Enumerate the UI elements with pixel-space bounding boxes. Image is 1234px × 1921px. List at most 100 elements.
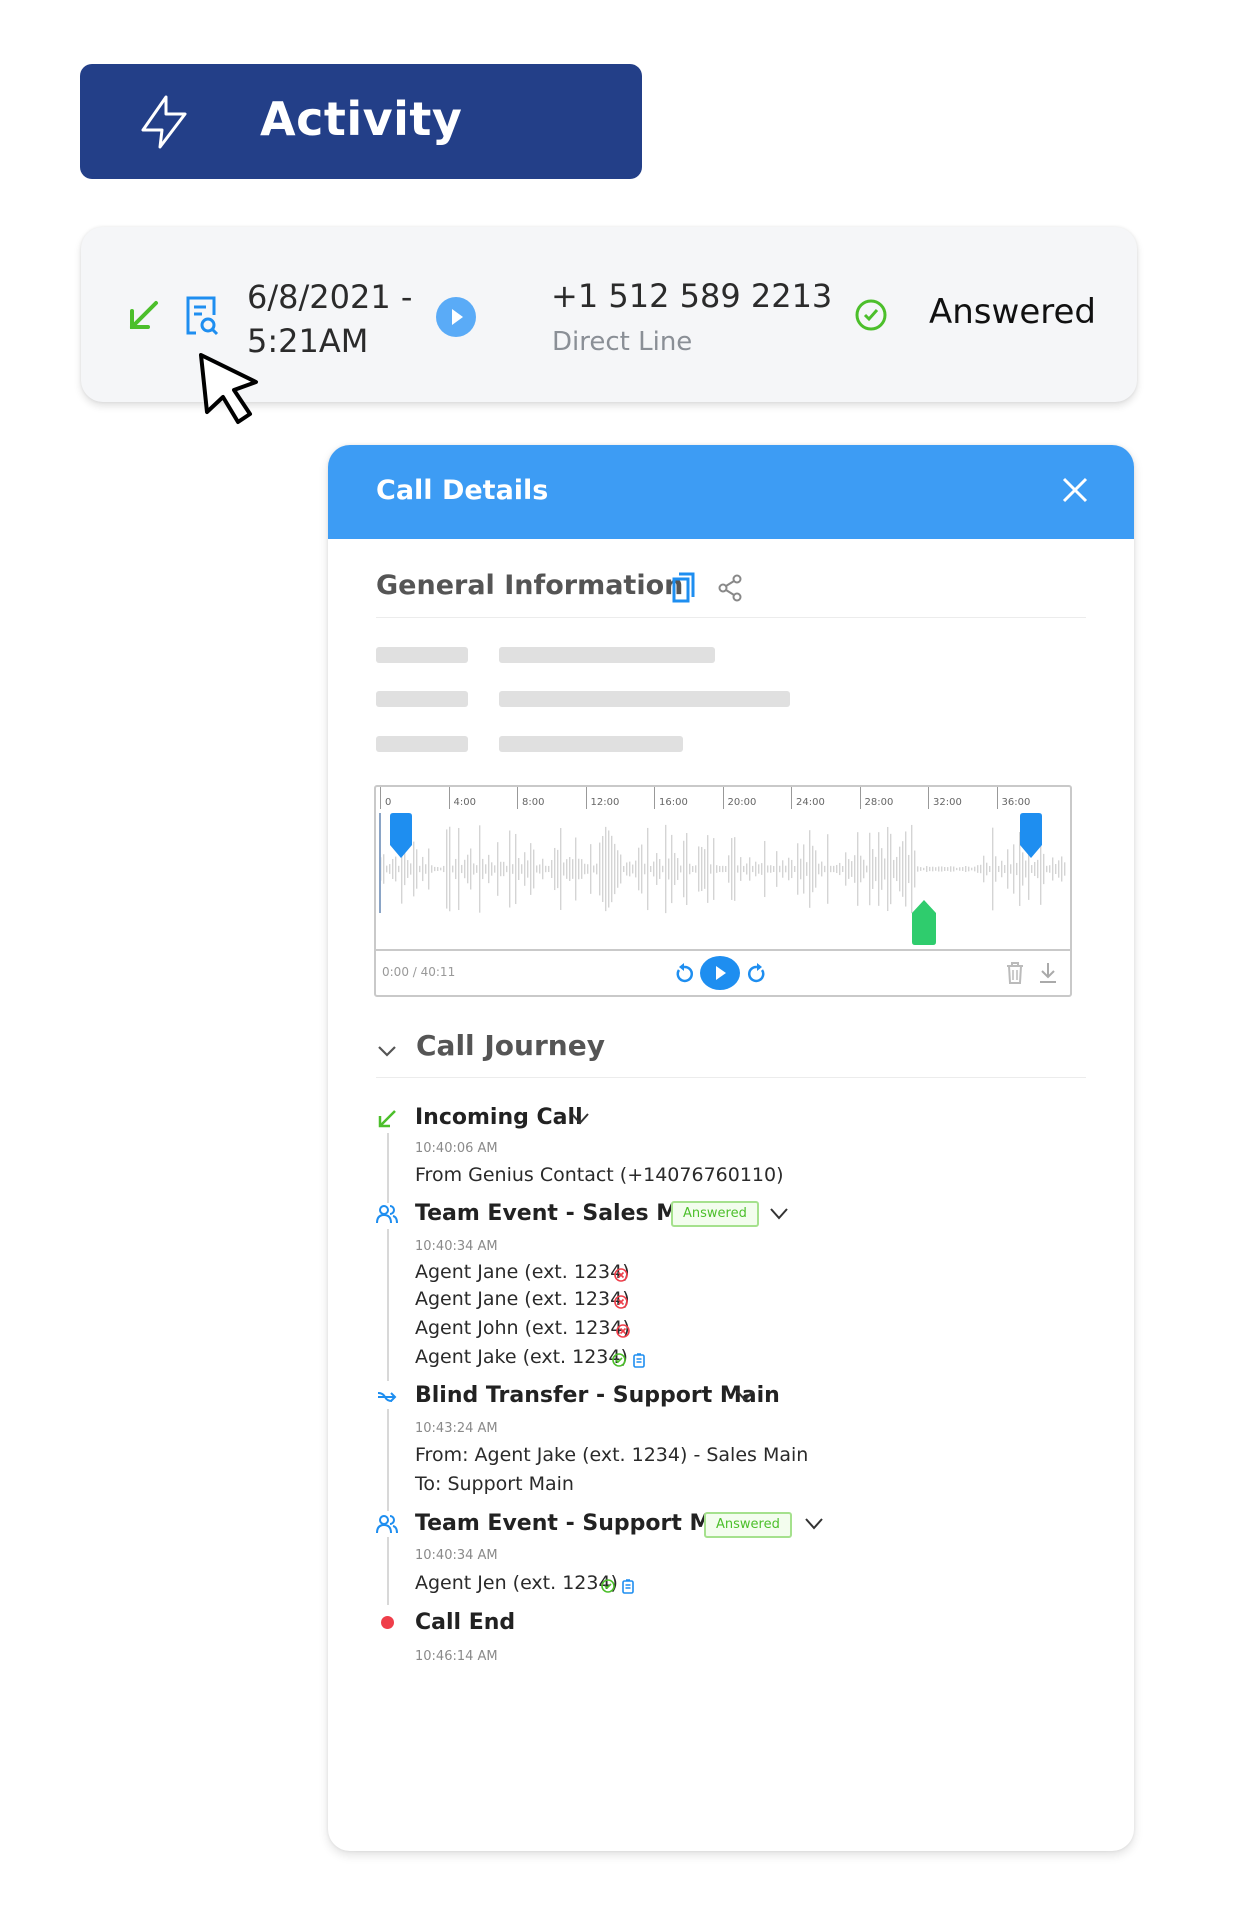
waveform-bar [536, 865, 538, 873]
play-button[interactable] [700, 956, 740, 990]
waveform-bar [716, 865, 718, 873]
waveform-bar [443, 865, 445, 873]
waveform-bar [947, 867, 949, 871]
waveform-bar [383, 854, 385, 884]
waveform-bar [1049, 865, 1051, 873]
close-icon[interactable] [1060, 475, 1090, 505]
waveform-bar [692, 865, 694, 873]
status-badge: Answered [704, 1512, 792, 1538]
waveform-bar [575, 837, 577, 901]
skeleton-value [499, 647, 715, 663]
panel-header: Call Details [328, 445, 1134, 539]
waveform-bar [830, 865, 832, 873]
audio-player[interactable]: 0 4:00 8:00 12:00 16:00 20:00 24:00 28:00 32:00 3… [374, 785, 1072, 997]
waveform-bar [893, 859, 895, 879]
chevron-down-icon[interactable] [570, 1112, 590, 1126]
forward-icon[interactable] [746, 961, 768, 985]
waveform-bar [608, 830, 610, 908]
call-date: 6/8/2021 - [247, 278, 413, 316]
notes-clipboard-icon[interactable] [631, 1352, 647, 1368]
event-detail: From Genius Contact (+14076760110) [415, 1164, 784, 1186]
waveform-bar [842, 865, 844, 873]
waveform-bar [767, 865, 769, 873]
timeline-ruler: 0 4:00 8:00 12:00 16:00 20:00 24:00 28:00 32:00 3… [376, 787, 1070, 813]
waveform-bar [854, 855, 856, 883]
waveform-bar [974, 866, 976, 872]
waveform-bar [632, 864, 634, 874]
waveform-bar [746, 863, 748, 875]
waveform-bar [983, 855, 985, 883]
status-badge: Answered [671, 1201, 759, 1227]
playhead-marker[interactable] [910, 899, 938, 945]
start-marker[interactable] [388, 813, 414, 859]
waveform-bar [605, 826, 607, 912]
incoming-arrow-icon [378, 1110, 396, 1128]
end-marker[interactable] [1018, 813, 1044, 859]
waveform-bar [758, 864, 760, 874]
waveform-bar [821, 861, 823, 877]
waveform-bar [965, 866, 967, 872]
waveform-bar [935, 867, 937, 871]
waveform-bar [530, 843, 532, 895]
waveform-bar [500, 861, 502, 877]
waveform-bar [566, 859, 568, 879]
waveform-bar [671, 834, 673, 904]
waveform-bar [614, 843, 616, 895]
timeline-connector [387, 1409, 389, 1511]
waveform-bar [416, 849, 418, 889]
answered-check-icon [601, 1579, 615, 1593]
waveform[interactable] [376, 813, 1070, 951]
waveform-bar [626, 862, 628, 876]
waveform-bar [497, 842, 499, 896]
waveform-bar [422, 856, 424, 882]
waveform-bar [584, 863, 586, 875]
waveform-bar [809, 830, 811, 908]
waveform-bar [647, 827, 649, 911]
chevron-down-icon[interactable] [804, 1517, 824, 1531]
document-search-icon[interactable] [184, 295, 220, 337]
waveform-bar [488, 854, 490, 884]
waveform-bar [908, 854, 910, 884]
waveform-bar [569, 857, 571, 881]
notes-clipboard-icon[interactable] [620, 1578, 636, 1594]
playback-time: 0:00 / 40:11 [382, 965, 456, 979]
waveform-bar [410, 863, 412, 875]
waveform-bar [449, 826, 451, 912]
waveform-bar [698, 846, 700, 892]
waveform-bar [1055, 863, 1057, 875]
waveform-bar [860, 855, 862, 883]
timeline-connector [387, 1229, 389, 1381]
waveform-bar [593, 865, 595, 873]
play-recording-button[interactable] [436, 297, 476, 337]
chevron-down-icon[interactable] [376, 1041, 398, 1061]
rewind-icon[interactable] [673, 961, 695, 985]
waveform-bar [539, 864, 541, 874]
event-time: 10:40:34 AM [415, 1239, 498, 1254]
waveform-bar [917, 866, 919, 872]
activity-banner[interactable]: Activity [80, 64, 642, 179]
waveform-bar [668, 858, 670, 880]
waveform-bar [764, 840, 766, 898]
chevron-down-icon[interactable] [735, 1389, 755, 1403]
event-time: 10:40:34 AM [415, 1548, 498, 1563]
download-icon[interactable] [1038, 961, 1058, 985]
waveform-bar [518, 857, 520, 881]
chevron-down-icon[interactable] [769, 1207, 789, 1221]
waveform-bar [833, 865, 835, 873]
waveform-bar [719, 865, 721, 873]
waveform-bar [596, 863, 598, 875]
copy-icon[interactable] [671, 571, 697, 603]
waveform-bar [455, 858, 457, 880]
waveform-bar [398, 865, 400, 873]
waveform-bar [1034, 861, 1036, 877]
waveform-bar [623, 865, 625, 873]
waveform-bar [1064, 862, 1066, 876]
waveform-bar [776, 851, 778, 887]
waveform-bar [785, 865, 787, 873]
banner-title: Activity [260, 92, 463, 146]
waveform-bar [1058, 860, 1060, 878]
share-icon[interactable] [717, 574, 743, 602]
waveform-bar [890, 833, 892, 905]
waveform-bar [914, 850, 916, 888]
trash-icon[interactable] [1006, 961, 1024, 985]
